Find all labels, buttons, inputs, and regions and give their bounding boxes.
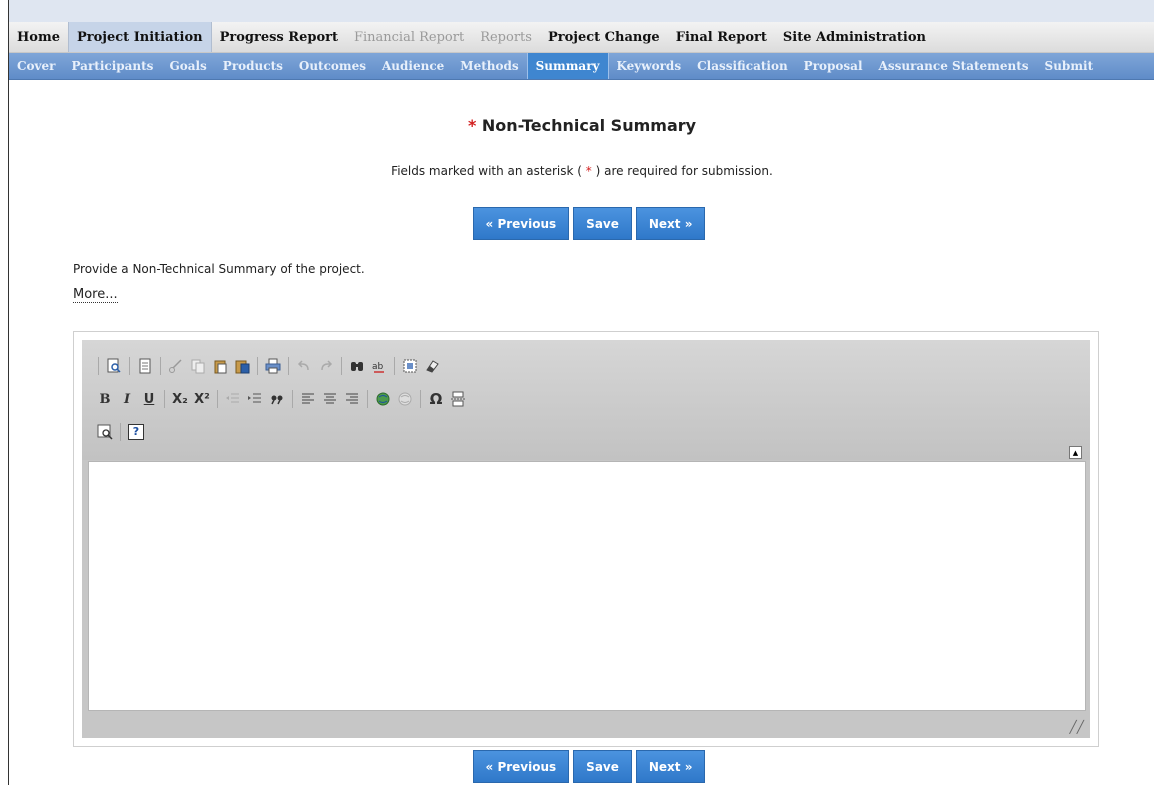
required-asterisk: * <box>467 116 477 135</box>
blockquote-icon[interactable] <box>266 388 288 410</box>
main-nav-progress-report[interactable]: Progress Report <box>212 22 346 52</box>
collapse-toolbar-icon[interactable]: ▲ <box>1069 446 1082 459</box>
top-strip <box>9 0 1154 22</box>
bold-icon[interactable]: B <box>94 388 116 410</box>
align-left-icon[interactable] <box>297 388 319 410</box>
toolbar-separator <box>120 423 121 441</box>
toolbar-row-1: ab <box>94 354 443 378</box>
main-nav-home[interactable]: Home <box>9 22 68 52</box>
editor-content-area[interactable] <box>88 461 1086 711</box>
tab-assurance-statements[interactable]: Assurance Statements <box>871 53 1037 79</box>
required-note-asterisk: * <box>581 164 596 178</box>
print-icon[interactable] <box>262 355 284 377</box>
tab-goals[interactable]: Goals <box>161 53 214 79</box>
required-note-pre: Fields marked with an asterisk ( <box>391 164 582 178</box>
unlink-icon[interactable] <box>394 388 416 410</box>
main-nav-reports: Reports <box>480 29 532 45</box>
select-all-icon[interactable] <box>399 355 421 377</box>
about-icon-label: ? <box>128 424 144 440</box>
main-nav-financial-report: Financial Report <box>353 29 465 45</box>
remove-format-icon[interactable] <box>421 355 443 377</box>
cut-icon[interactable] <box>165 355 187 377</box>
toolbar-row-2: B I U X₂ X² Ω <box>94 387 469 411</box>
toolbar-separator <box>367 390 368 408</box>
page-title-text: Non-Technical Summary <box>481 116 697 135</box>
required-note: Fields marked with an asterisk ( * ) are… <box>9 164 1154 178</box>
toolbar-separator <box>217 390 218 408</box>
tab-keywords[interactable]: Keywords <box>609 53 690 79</box>
align-center-icon[interactable] <box>319 388 341 410</box>
page-title: * Non-Technical Summary <box>9 116 1154 135</box>
next-button-bottom[interactable]: Next » <box>635 750 706 783</box>
toolbar-separator <box>257 357 258 375</box>
redo-icon[interactable] <box>315 355 337 377</box>
main-nav-project-change[interactable]: Project Change <box>540 22 668 52</box>
paste-icon[interactable] <box>209 355 231 377</box>
toolbar-separator <box>420 390 421 408</box>
tab-cover[interactable]: Cover <box>9 53 63 79</box>
align-right-icon[interactable] <box>341 388 363 410</box>
tab-classification[interactable]: Classification <box>689 53 796 79</box>
toolbar-separator <box>98 357 99 375</box>
about-icon[interactable]: ? <box>125 421 147 443</box>
toolbar-separator <box>292 390 293 408</box>
toolbar-separator <box>341 357 342 375</box>
outdent-icon[interactable] <box>222 388 244 410</box>
underline-icon[interactable]: U <box>138 388 160 410</box>
link-icon[interactable] <box>372 388 394 410</box>
preview-icon[interactable] <box>103 355 125 377</box>
sub-nav: Cover Participants Goals Products Outcom… <box>9 53 1154 80</box>
find-icon[interactable] <box>346 355 368 377</box>
main-nav-final-report[interactable]: Final Report <box>668 22 775 52</box>
rich-text-editor: ab B I U X₂ X² Ω ? ▲ ╱╱ <box>73 331 1099 747</box>
main-nav-project-initiation[interactable]: Project Initiation <box>67 22 212 52</box>
templates-icon[interactable] <box>134 355 156 377</box>
resize-handle-icon[interactable]: ╱╱ <box>1070 720 1084 734</box>
spellcheck-icon[interactable] <box>94 421 116 443</box>
page-frame: Home Project Initiation Progress Report … <box>8 0 1154 785</box>
toolbar-separator <box>288 357 289 375</box>
tab-summary[interactable]: Summary <box>526 53 609 79</box>
toolbar-separator <box>129 357 130 375</box>
italic-icon[interactable]: I <box>116 388 138 410</box>
paste-from-word-icon[interactable] <box>231 355 253 377</box>
special-char-icon[interactable]: Ω <box>425 388 447 410</box>
field-prompt: Provide a Non-Technical Summary of the p… <box>73 262 365 276</box>
toolbar-separator <box>394 357 395 375</box>
bottom-button-row: « Previous Save Next » <box>9 750 1154 783</box>
next-button[interactable]: Next » <box>635 207 706 240</box>
toolbar-separator <box>160 357 161 375</box>
superscript-icon[interactable]: X² <box>191 388 213 410</box>
tab-submit[interactable]: Submit <box>1037 53 1102 79</box>
tab-audience[interactable]: Audience <box>374 53 452 79</box>
tab-products[interactable]: Products <box>215 53 291 79</box>
tab-proposal[interactable]: Proposal <box>796 53 871 79</box>
previous-button-bottom[interactable]: « Previous <box>472 750 570 783</box>
svg-text:ab: ab <box>372 362 384 372</box>
tab-participants[interactable]: Participants <box>63 53 161 79</box>
more-link[interactable]: More... <box>73 287 118 303</box>
previous-button[interactable]: « Previous <box>472 207 570 240</box>
required-note-post: ) are required for submission. <box>595 164 773 178</box>
indent-icon[interactable] <box>244 388 266 410</box>
replace-icon[interactable]: ab <box>368 355 390 377</box>
tab-methods[interactable]: Methods <box>452 53 526 79</box>
editor-frame: ab B I U X₂ X² Ω ? ▲ ╱╱ <box>82 340 1090 738</box>
save-button-bottom[interactable]: Save <box>573 750 632 783</box>
tab-outcomes[interactable]: Outcomes <box>291 53 374 79</box>
editor-toolbar: ab B I U X₂ X² Ω ? ▲ <box>82 340 1090 460</box>
top-button-row: « Previous Save Next » <box>9 207 1154 240</box>
main-nav: Home Project Initiation Progress Report … <box>9 22 1154 53</box>
main-nav-site-administration[interactable]: Site Administration <box>775 22 934 52</box>
subscript-icon[interactable]: X₂ <box>169 388 191 410</box>
undo-icon[interactable] <box>293 355 315 377</box>
page-break-icon[interactable] <box>447 388 469 410</box>
copy-icon[interactable] <box>187 355 209 377</box>
toolbar-row-3: ? <box>94 420 147 444</box>
toolbar-separator <box>164 390 165 408</box>
save-button[interactable]: Save <box>573 207 632 240</box>
